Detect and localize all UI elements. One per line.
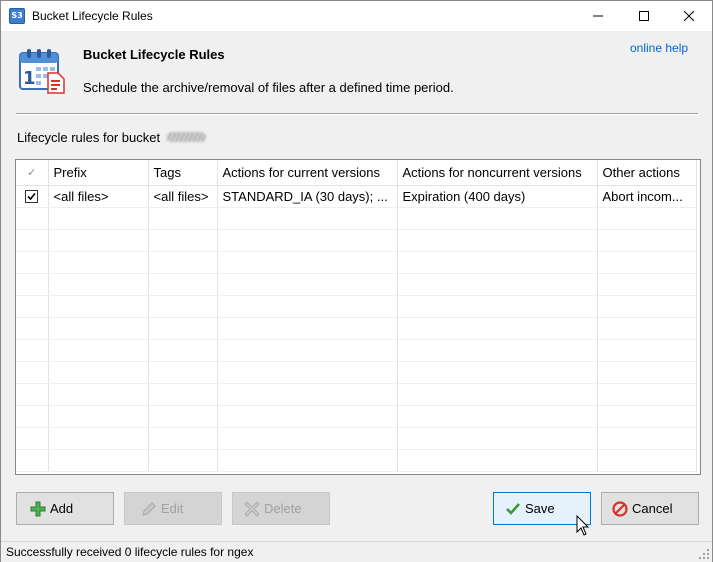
grid-header-row: ✓ Prefix Tags Actions for current versio… <box>16 160 697 186</box>
cancel-icon <box>612 500 628 517</box>
window-title: Bucket Lifecycle Rules <box>32 9 153 23</box>
table-row[interactable]: <all files> <all files> STANDARD_IA (30 … <box>16 185 697 208</box>
svg-text:1: 1 <box>23 68 36 89</box>
minimize-icon <box>593 15 603 17</box>
empty-row <box>16 207 697 230</box>
column-header-prefix[interactable]: Prefix <box>48 160 149 186</box>
empty-row <box>16 427 697 450</box>
delete-x-icon <box>244 500 260 517</box>
cell-tags: <all files> <box>148 185 218 208</box>
title-bar[interactable]: S3 Bucket Lifecycle Rules <box>1 1 712 31</box>
column-header-tags[interactable]: Tags <box>148 160 218 186</box>
empty-row <box>16 229 697 252</box>
edit-button-label: Edit <box>161 501 184 516</box>
dialog-window: S3 Bucket Lifecycle Rules 1 Bucket Lifec… <box>0 0 713 562</box>
row-checkbox-cell[interactable] <box>16 185 49 208</box>
header-separator <box>16 113 698 115</box>
close-icon <box>684 11 694 21</box>
cancel-button[interactable]: Cancel <box>601 492 699 525</box>
maximize-button[interactable] <box>621 1 667 31</box>
add-button[interactable]: Add <box>16 492 114 525</box>
empty-row <box>16 273 697 296</box>
plus-icon <box>30 501 46 516</box>
empty-row <box>16 295 697 318</box>
empty-row <box>16 317 697 340</box>
close-button[interactable] <box>666 1 712 31</box>
column-header-enabled[interactable]: ✓ <box>16 160 49 186</box>
rule-enabled-checkbox[interactable] <box>25 189 39 203</box>
maximize-icon <box>639 11 649 21</box>
minimize-button[interactable] <box>575 1 621 31</box>
empty-row <box>16 383 697 406</box>
empty-row <box>16 251 697 274</box>
cell-current-actions: STANDARD_IA (30 days); ... <box>217 185 398 208</box>
cell-prefix: <all files> <box>48 185 149 208</box>
delete-button-label: Delete <box>264 501 302 516</box>
edit-button[interactable]: Edit <box>124 492 222 525</box>
delete-button[interactable]: Delete <box>232 492 330 525</box>
lifecycle-rules-grid[interactable]: ✓ Prefix Tags Actions for current versio… <box>15 159 701 475</box>
calendar-icon: 1 <box>19 49 65 94</box>
pencil-icon <box>142 501 156 516</box>
empty-row <box>16 405 697 428</box>
column-header-current-actions[interactable]: Actions for current versions <box>217 160 398 186</box>
add-button-label: Add <box>50 501 74 516</box>
resize-grip-icon[interactable] <box>699 549 709 559</box>
empty-row <box>16 361 697 384</box>
online-help-link[interactable]: online help <box>630 41 688 55</box>
save-button-label: Save <box>525 501 555 516</box>
status-bar: Successfully received 0 lifecycle rules … <box>1 541 712 562</box>
cancel-button-label: Cancel <box>632 501 673 516</box>
header-title: Bucket Lifecycle Rules <box>83 47 225 62</box>
checkmark-icon <box>506 502 520 515</box>
empty-row <box>16 449 697 472</box>
column-header-noncurrent-actions[interactable]: Actions for noncurrent versions <box>397 160 598 186</box>
app-icon: S3 <box>9 8 25 24</box>
empty-row <box>16 339 697 362</box>
cell-other-actions: Abort incom... <box>597 185 697 208</box>
status-text: Successfully received 0 lifecycle rules … <box>6 545 254 559</box>
column-header-other-actions[interactable]: Other actions <box>597 160 697 186</box>
header-description: Schedule the archive/removal of files af… <box>83 80 454 95</box>
mouse-cursor-icon <box>576 515 590 536</box>
checkmark-icon <box>27 192 36 200</box>
bucket-name-redacted <box>166 132 206 142</box>
cell-noncurrent-actions: Expiration (400 days) <box>397 185 598 208</box>
bucket-label: Lifecycle rules for bucket <box>17 130 161 145</box>
